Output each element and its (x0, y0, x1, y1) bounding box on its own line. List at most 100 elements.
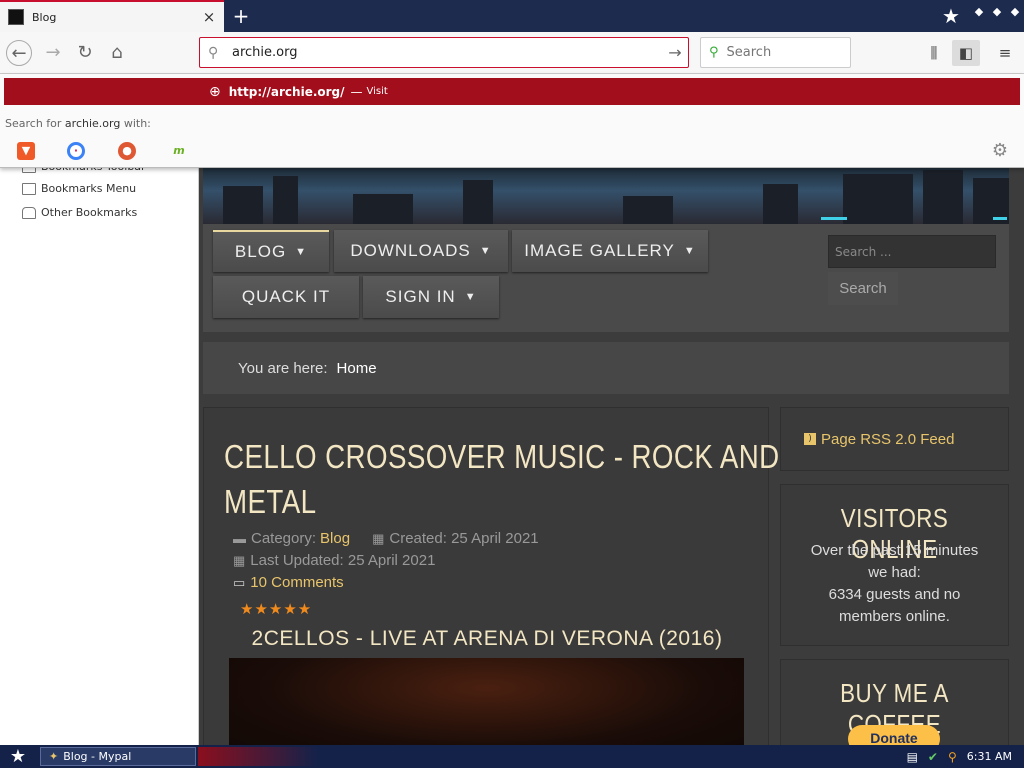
comments-link[interactable]: 10 Comments (250, 574, 343, 591)
rss-icon: ) (804, 433, 816, 445)
clock[interactable]: 6:31 AM (967, 750, 1012, 763)
maximize-icon[interactable]: ◆ (990, 5, 1004, 19)
breadcrumb-label: You are here: (238, 359, 328, 377)
updated-date: Last Updated: 25 April 2021 (250, 552, 436, 569)
search-for-term: archie.org (64, 117, 121, 130)
go-arrow-icon[interactable]: → (662, 43, 688, 62)
reload-button[interactable]: ↻ (72, 40, 98, 66)
menu-sign-in[interactable]: SIGN IN ▼ (363, 276, 499, 318)
taskbar-accent (198, 747, 318, 766)
sidebar-item-other-bookmarks[interactable]: Other Bookmarks (22, 206, 137, 219)
back-button[interactable]: ← (6, 40, 32, 66)
search-input[interactable] (726, 45, 837, 60)
visitors-text: Over the past 15 minutes we had: 6334 gu… (791, 540, 998, 628)
keyboard-icon[interactable]: ▤ (907, 750, 918, 764)
sidebar-item-bookmarks-menu[interactable]: Bookmarks Menu (22, 182, 136, 195)
search-settings-gear-icon[interactable]: ⚙ (992, 140, 1008, 161)
video-title: 2CELLOS - LIVE AT ARENA DI VERONA (2016) (251, 627, 723, 650)
start-star-icon[interactable]: ★ (6, 746, 30, 767)
tab-blog[interactable]: Blog × (0, 0, 224, 32)
article-meta-comments: ▭ 10 Comments (233, 574, 344, 591)
calendar-icon: ▦ (372, 530, 385, 546)
autocomplete-visit-label: Visit (366, 86, 388, 97)
folder-icon (22, 206, 36, 219)
address-input[interactable] (232, 45, 662, 60)
folder-icon: ▬ (233, 531, 246, 546)
search-for-suffix: with: (123, 117, 151, 130)
caret-down-icon: ▼ (464, 291, 477, 303)
menu-label: QUACK IT (241, 287, 331, 306)
brave-search-icon[interactable]: ▼ (17, 142, 35, 160)
network-icon[interactable]: ✔ (928, 750, 938, 764)
taskbar-item-label: Blog - Mypal (63, 750, 132, 763)
hamburger-menu-icon[interactable]: ≡ (993, 42, 1017, 64)
site-banner-image (203, 168, 1009, 224)
tab-strip: Blog × + ★ ◆ ◆ ◆ (0, 0, 1024, 32)
menu-label: BLOG (234, 242, 287, 261)
forward-button[interactable]: → (40, 40, 66, 66)
comment-icon: ▭ (233, 574, 246, 590)
menu-folder-icon (22, 182, 36, 195)
article-meta-updated: ▦ Last Updated: 25 April 2021 (233, 552, 435, 569)
navigation-toolbar: ← → ↻ ⌂ ⚲ → ⚲ ⫼ ◧ ≡ (0, 32, 1024, 74)
star-rating[interactable]: ★★★★★ (240, 600, 312, 618)
minimize-icon[interactable]: ◆ (972, 5, 986, 19)
article-title[interactable]: CELLO CROSSOVER MUSIC - ROCK AND METAL (224, 434, 780, 524)
menu-downloads[interactable]: DOWNLOADS ▼ (334, 230, 508, 272)
globe-icon: ⊕ (209, 83, 221, 100)
tab-close-icon[interactable]: × (200, 8, 218, 26)
search-engine-icon: ⚲ (709, 45, 719, 60)
category-label: Category: (251, 530, 317, 547)
visitors-line: 6334 guests and no (828, 586, 961, 603)
mypal-app-icon: ✦ (49, 750, 59, 763)
caret-down-icon: ▼ (683, 245, 696, 257)
menu-image-gallery[interactable]: IMAGE GALLERY ▼ (512, 230, 708, 272)
category-link[interactable]: Blog (320, 530, 350, 547)
new-tab-button[interactable]: + (229, 4, 253, 28)
menu-label: DOWNLOADS (350, 241, 471, 260)
autocomplete-dash: — (350, 84, 363, 99)
menu-quack-it[interactable]: QUACK IT (213, 276, 359, 318)
taskbar: ★ ✦ Blog - Mypal ▤ ✔ ⚲ 6:31 AM (0, 745, 1024, 768)
visitors-line: members online. (839, 608, 950, 625)
rss-link[interactable]: Page RSS 2.0 Feed (821, 431, 954, 448)
taskbar-item-blog[interactable]: ✦ Blog - Mypal (40, 747, 196, 766)
home-button[interactable]: ⌂ (104, 40, 130, 66)
article-title-line: METAL (224, 483, 317, 520)
caret-down-icon: ▼ (479, 245, 492, 257)
menu-label: SIGN IN (385, 287, 456, 306)
created-date: Created: 25 April 2021 (389, 530, 539, 547)
site-search-input[interactable]: Search ... (828, 235, 996, 268)
caret-down-icon: ▼ (295, 246, 308, 258)
search-for-prefix: Search for (5, 117, 62, 130)
article-title-line: CELLO CROSSOVER MUSIC - ROCK AND (224, 438, 780, 475)
donate-button[interactable]: Donate (848, 725, 940, 745)
star-logo-icon: ★ (942, 4, 960, 28)
autocomplete-url: http://archie.org/ (228, 84, 345, 99)
menu-blog[interactable]: BLOG ▼ (213, 230, 329, 272)
library-icon[interactable]: ⫼ (922, 42, 946, 64)
system-tray: ▤ ✔ ⚲ 6:31 AM (907, 745, 1012, 768)
sidebar-item-label: Bookmarks Menu (41, 182, 137, 195)
search-tray-icon[interactable]: ⚲ (948, 750, 957, 764)
bookmarks-sidebar: Bookmarks Toolbar Bookmarks Menu Other B… (0, 160, 199, 745)
close-window-icon[interactable]: ◆ (1008, 5, 1022, 19)
buy-me-a-coffee-box: BUY ME A COFFEE Donate (780, 659, 1009, 745)
mojeek-search-icon[interactable]: m (170, 142, 188, 160)
visitors-line: we had: (868, 564, 921, 581)
web-content: BLOG ▼ DOWNLOADS ▼ IMAGE GALLERY ▼ QUACK… (199, 168, 1024, 745)
duckduckgo-search-icon[interactable]: ● (118, 142, 136, 160)
sidebar-item-label: Other Bookmarks (41, 206, 138, 219)
search-bar[interactable]: ⚲ (700, 37, 851, 68)
autocomplete-visit-row[interactable]: ⊕ http://archie.org/ — Visit (4, 78, 1020, 105)
breadcrumb-home: Home (336, 359, 377, 377)
video-player[interactable] (229, 658, 744, 745)
address-bar[interactable]: ⚲ → (199, 37, 689, 68)
site-search-button[interactable]: Search (828, 272, 898, 305)
breadcrumb: You are here: Home (203, 342, 1009, 394)
search-for-label: Search for archie.org with: (5, 117, 151, 130)
sidebar-toggle-icon[interactable]: ◧ (952, 40, 980, 66)
site-favicon-icon (8, 9, 24, 25)
qwant-search-icon[interactable]: · (67, 142, 85, 160)
tab-title: Blog (32, 10, 57, 24)
